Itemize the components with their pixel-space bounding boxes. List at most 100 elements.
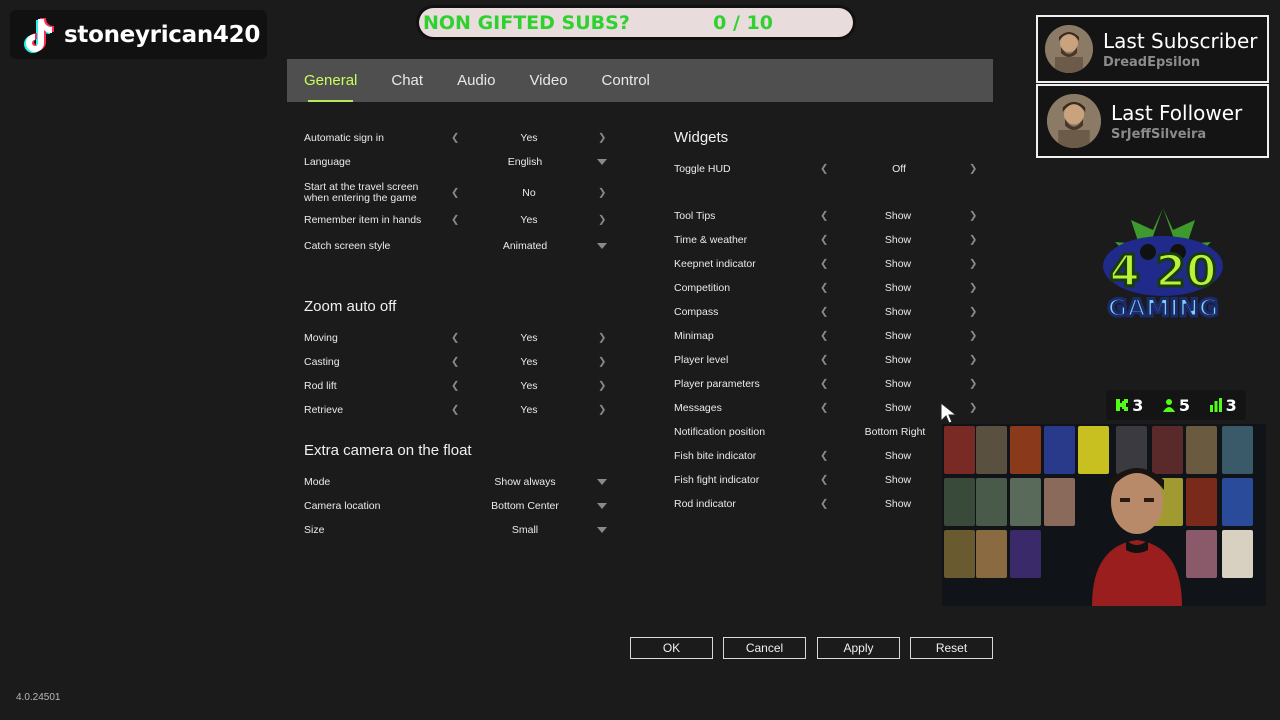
- version-label: 4.0.24501: [16, 692, 61, 703]
- arrow-right-icon[interactable]: ❯: [598, 405, 606, 416]
- setting-value: Off: [892, 163, 906, 175]
- setting-row-catch-screen-style[interactable]: Catch screen style Animated: [304, 237, 614, 255]
- setting-label: Start at the travel screen when entering…: [304, 181, 419, 204]
- arrow-left-icon[interactable]: ❮: [820, 451, 828, 462]
- tiktok-icon: [18, 15, 54, 55]
- setting-label: Toggle HUD: [674, 162, 731, 175]
- arrow-left-icon[interactable]: ❮: [820, 355, 828, 366]
- webcam-feed: [942, 424, 1266, 606]
- setting-label: Player level: [674, 353, 729, 366]
- setting-value: Show: [884, 330, 912, 342]
- setting-value: Show: [884, 210, 912, 222]
- setting-row-widget: Fish fight indicator ❮ Show: [674, 471, 984, 489]
- 420-gaming-logo: 4 20 GAMING: [1078, 204, 1248, 336]
- followers-stat: 5: [1162, 396, 1190, 415]
- setting-row-mode[interactable]: Mode Show always: [304, 473, 614, 491]
- tiktok-username: stoneyrican420: [64, 21, 261, 48]
- arrow-left-icon[interactable]: ❮: [820, 475, 828, 486]
- tab-audio[interactable]: Audio: [457, 59, 495, 102]
- apply-button[interactable]: Apply: [817, 637, 900, 659]
- arrow-right-icon[interactable]: ❯: [969, 355, 977, 366]
- chevron-down-icon[interactable]: [597, 243, 607, 249]
- arrow-right-icon[interactable]: ❯: [969, 331, 977, 342]
- arrow-left-icon[interactable]: ❮: [820, 211, 828, 222]
- arrow-left-icon[interactable]: ❮: [451, 188, 459, 199]
- arrow-left-icon[interactable]: ❮: [820, 379, 828, 390]
- arrow-right-icon[interactable]: ❯: [969, 211, 977, 222]
- arrow-left-icon[interactable]: ❮: [451, 215, 459, 226]
- arrow-right-icon[interactable]: ❯: [598, 381, 606, 392]
- setting-row-widget: Fish bite indicator ❮ Show: [674, 447, 984, 465]
- tab-video[interactable]: Video: [529, 59, 567, 102]
- setting-row-size[interactable]: Size Small: [304, 521, 614, 539]
- game-cover: [1010, 478, 1041, 526]
- arrow-left-icon[interactable]: ❮: [820, 331, 828, 342]
- setting-label: Compass: [674, 305, 719, 318]
- game-cover: [1010, 530, 1041, 578]
- chevron-down-icon[interactable]: [597, 503, 607, 509]
- setting-label: Notification position: [674, 425, 766, 438]
- section-title-zoom: Zoom auto off: [304, 298, 397, 315]
- setting-row-language[interactable]: Language English: [304, 153, 614, 171]
- viewers-stat: 3: [1209, 396, 1237, 415]
- chevron-down-icon[interactable]: [597, 159, 607, 165]
- setting-row-widget: Player level ❮ Show ❯: [674, 351, 984, 369]
- arrow-right-icon[interactable]: ❯: [969, 235, 977, 246]
- cancel-button[interactable]: Cancel: [723, 637, 806, 659]
- game-cover: [1222, 478, 1253, 526]
- viewers-count: 3: [1225, 395, 1237, 415]
- section-title-widgets: Widgets: [674, 129, 729, 146]
- tab-chat[interactable]: Chat: [391, 59, 423, 102]
- arrow-right-icon[interactable]: ❯: [969, 164, 977, 175]
- arrow-left-icon[interactable]: ❮: [451, 381, 459, 392]
- setting-value: Animated: [502, 240, 548, 252]
- last-follower-title: Last Follower: [1111, 100, 1243, 125]
- setting-row-notification-position[interactable]: Notification position Bottom Right: [674, 423, 984, 441]
- setting-label: Rod indicator: [674, 497, 736, 510]
- ok-button[interactable]: OK: [630, 637, 713, 659]
- kick-count: 3: [1132, 395, 1144, 415]
- setting-value: Show: [884, 354, 912, 366]
- game-cover: [1222, 530, 1253, 578]
- setting-label: Size: [304, 523, 325, 536]
- setting-row-widget: Player parameters ❮ Show ❯: [674, 375, 984, 393]
- arrow-left-icon[interactable]: ❮: [451, 133, 459, 144]
- chevron-down-icon[interactable]: [597, 479, 607, 485]
- arrow-right-icon[interactable]: ❯: [598, 133, 606, 144]
- setting-row-toggle-hud: Toggle HUD ❮ Off ❯: [674, 160, 984, 178]
- reset-button[interactable]: Reset: [910, 637, 993, 659]
- setting-value: Bottom Center: [491, 500, 559, 512]
- arrow-left-icon[interactable]: ❮: [820, 235, 828, 246]
- arrow-left-icon[interactable]: ❮: [451, 405, 459, 416]
- arrow-right-icon[interactable]: ❯: [969, 403, 977, 414]
- followers-count: 5: [1178, 395, 1191, 415]
- arrow-left-icon[interactable]: ❮: [451, 333, 459, 344]
- arrow-left-icon[interactable]: ❮: [820, 283, 828, 294]
- arrow-right-icon[interactable]: ❯: [598, 215, 606, 226]
- arrow-right-icon[interactable]: ❯: [969, 283, 977, 294]
- bar-chart-icon: [1209, 398, 1222, 412]
- arrow-left-icon[interactable]: ❮: [820, 259, 828, 270]
- arrow-right-icon[interactable]: ❯: [969, 259, 977, 270]
- arrow-right-icon[interactable]: ❯: [969, 379, 977, 390]
- setting-value: Yes: [520, 214, 538, 226]
- arrow-right-icon[interactable]: ❯: [598, 333, 606, 344]
- game-cover: [1010, 426, 1041, 474]
- chevron-down-icon[interactable]: [597, 527, 607, 533]
- arrow-left-icon[interactable]: ❮: [820, 499, 828, 510]
- arrow-right-icon[interactable]: ❯: [598, 357, 606, 368]
- setting-value: No: [522, 187, 536, 199]
- arrow-left-icon[interactable]: ❮: [451, 357, 459, 368]
- arrow-left-icon[interactable]: ❮: [820, 307, 828, 318]
- tab-general[interactable]: General: [304, 59, 357, 102]
- arrow-right-icon[interactable]: ❯: [598, 188, 606, 199]
- setting-label: Time & weather: [674, 233, 748, 246]
- arrow-left-icon[interactable]: ❮: [820, 403, 828, 414]
- arrow-right-icon[interactable]: ❯: [969, 307, 977, 318]
- tab-control[interactable]: Control: [602, 59, 650, 102]
- setting-row-camera-location[interactable]: Camera location Bottom Center: [304, 497, 614, 515]
- setting-label: Remember item in hands: [304, 213, 422, 226]
- setting-value: English: [507, 156, 543, 168]
- arrow-left-icon[interactable]: ❮: [820, 164, 828, 175]
- setting-row-moving: Moving ❮ Yes ❯: [304, 329, 614, 347]
